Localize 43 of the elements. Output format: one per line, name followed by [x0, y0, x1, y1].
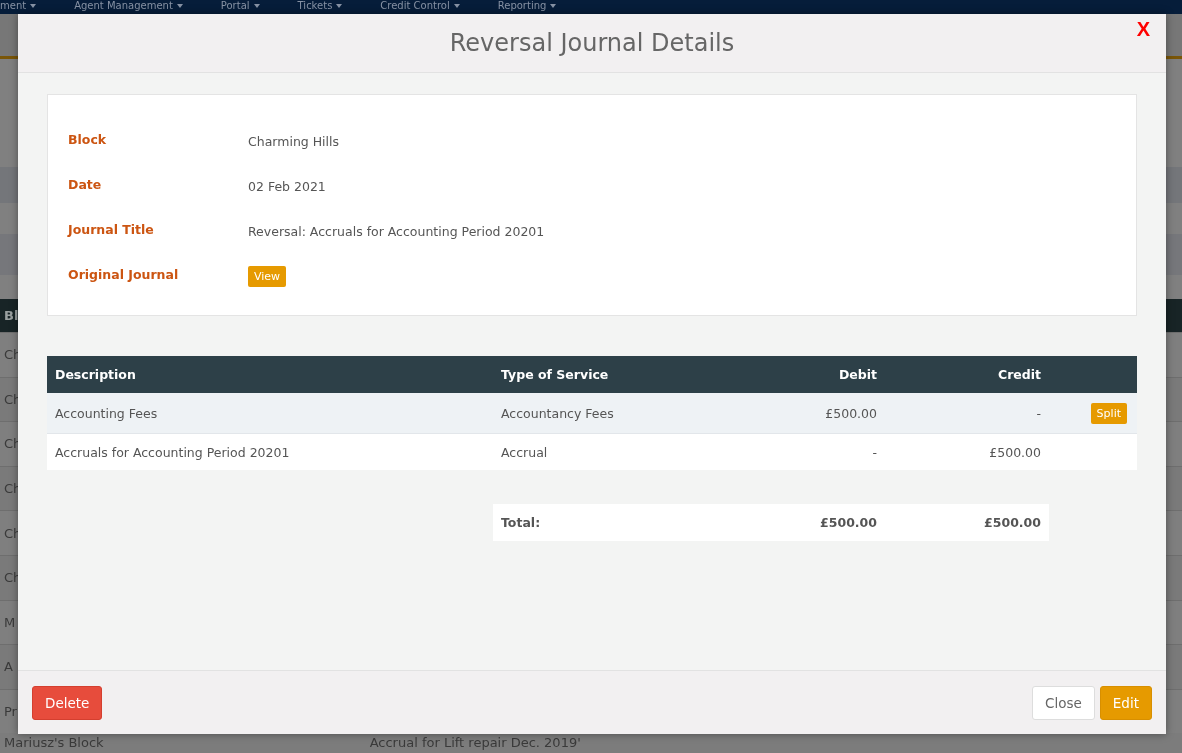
field-label: Date — [68, 177, 103, 192]
table-cell-text: £500.00 — [824, 405, 878, 421]
column-header: Type of Service — [500, 367, 610, 382]
table-cell-text: - — [1035, 405, 1042, 421]
nav-menu-item[interactable]: Reporting — [497, 0, 547, 12]
column-header: Debit — [837, 367, 878, 382]
table-cell-text: Accounting Fees — [54, 405, 159, 421]
total-credit: £500.00 — [983, 515, 1042, 530]
table-cell-text: £500.00 — [988, 444, 1042, 460]
table-cell-text: Accountancy Fees — [500, 405, 615, 421]
caret-icon — [253, 4, 260, 8]
table-cell-text: Accrual for Lift repair Dec. 2019' — [368, 735, 581, 751]
column-header: Description — [54, 367, 137, 382]
field-label: Block — [68, 132, 108, 147]
caret-icon — [336, 4, 343, 8]
table-cell-text: Accrual — [500, 444, 549, 460]
total-debit: £500.00 — [819, 515, 878, 530]
table-cell-text: Pr — [3, 704, 17, 720]
caret-icon — [550, 4, 557, 8]
nav-menu-item[interactable]: Agent Management — [74, 0, 173, 12]
delete-button[interactable]: Delete — [32, 685, 103, 720]
caret-icon — [453, 4, 460, 8]
caret-icon — [176, 4, 183, 8]
table-cell-text: - — [871, 444, 878, 460]
field-value: Charming Hills — [248, 134, 340, 149]
column-header: Credit — [996, 367, 1042, 382]
caret-icon — [30, 4, 37, 8]
field-value: 02 Feb 2021 — [248, 179, 326, 194]
column-header: Bl — [3, 308, 19, 323]
nav-menu-item[interactable]: Credit Control — [380, 0, 450, 12]
nav-menu-item[interactable]: Tickets — [297, 0, 333, 12]
total-label: Total: — [500, 515, 542, 530]
table-cell-text: Accruals for Accounting Period 20201 — [54, 444, 291, 460]
field-label: Original Journal — [68, 267, 180, 282]
nav-menu-item[interactable]: ment — [0, 0, 27, 12]
close-button[interactable]: Close — [1032, 685, 1095, 720]
nav-menu-item[interactable]: Portal — [220, 0, 250, 12]
modal-title: Reversal Journal Details — [449, 29, 735, 57]
table-cell-text: A — [3, 659, 13, 675]
field-value: Reversal: Accruals for Accounting Period 20201 — [248, 224, 545, 239]
table-cell-text: M — [3, 614, 16, 630]
field-label: Journal Title — [68, 222, 155, 237]
table-cell-text: Mariusz's Block — [3, 735, 104, 751]
